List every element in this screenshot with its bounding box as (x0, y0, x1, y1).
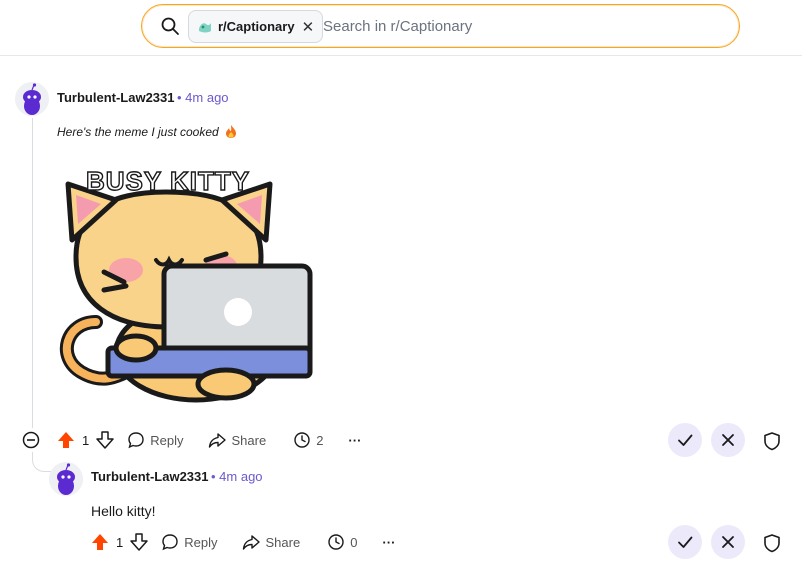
busy-kitty-image: BUSY KITTY (59, 165, 313, 403)
search-input[interactable]: Search in r/Captionary (323, 18, 472, 35)
more-options-icon[interactable]: ··· (348, 433, 361, 448)
checkmark-icon (678, 434, 693, 446)
upvote-icon[interactable] (56, 430, 76, 450)
clear-chip-icon[interactable]: ✕ (302, 18, 315, 36)
downvote-icon[interactable] (95, 430, 115, 450)
close-icon (722, 536, 734, 548)
comment-bubble-icon (162, 534, 178, 551)
comment-action-bar: 1 Reply Share 2 ··· (56, 425, 361, 455)
share-icon (209, 433, 227, 448)
upvote-icon[interactable] (90, 532, 110, 552)
comment-body: Here's the meme I just cooked (57, 125, 237, 139)
reply-body: Hello kitty! (91, 503, 156, 519)
vote-count: 1 (82, 432, 90, 448)
award-button[interactable]: 0 (327, 533, 357, 551)
mod-shield-icon[interactable] (762, 431, 782, 451)
reply-button[interactable]: Reply (127, 431, 183, 449)
reply-label: Reply (184, 534, 218, 550)
approve-button[interactable] (668, 525, 702, 559)
share-button[interactable]: Share (208, 431, 266, 449)
remove-button[interactable] (711, 423, 745, 457)
comment-username[interactable]: Turbulent-Law2331 (57, 90, 175, 105)
reply-avatar[interactable] (49, 462, 83, 496)
share-icon (243, 535, 261, 550)
collapse-thread-icon[interactable] (22, 431, 40, 449)
subreddit-icon (199, 22, 211, 32)
subreddit-chip-label: r/Captionary (218, 19, 295, 34)
award-icon (294, 432, 310, 448)
award-button[interactable]: 2 (293, 431, 323, 449)
mod-shield-icon[interactable] (762, 533, 782, 553)
reply-timestamp[interactable]: • 4m ago (211, 469, 263, 484)
more-options-icon[interactable]: ··· (382, 535, 395, 550)
checkmark-icon (678, 536, 693, 548)
search-bar[interactable]: r/Captionary ✕ Search in r/Captionary (141, 4, 740, 48)
vote-count: 1 (116, 534, 124, 550)
reply-button[interactable]: Reply (161, 533, 217, 551)
snoo-avatar-icon (15, 82, 49, 116)
comment-timestamp[interactable]: • 4m ago (177, 90, 229, 105)
share-label: Share (265, 534, 301, 550)
meme-image[interactable]: BUSY KITTY (56, 162, 318, 406)
share-label: Share (231, 432, 267, 448)
subreddit-chip[interactable]: r/Captionary ✕ (188, 10, 324, 43)
comment-text: Here's the meme I just cooked (57, 125, 219, 139)
reply-label: Reply (150, 432, 184, 448)
top-bar: r/Captionary ✕ Search in r/Captionary (0, 0, 802, 56)
thread-line (32, 118, 33, 428)
comment-bubble-icon (128, 432, 144, 449)
award-count: 2 (316, 432, 324, 448)
snoo-avatar-icon (49, 462, 83, 496)
reply-action-bar: 1 Reply Share 0 ··· (90, 527, 395, 557)
meme-caption: BUSY KITTY (86, 166, 250, 196)
avatar[interactable] (15, 82, 49, 116)
award-count: 0 (350, 534, 358, 550)
reply-username[interactable]: Turbulent-Law2331 (91, 469, 209, 484)
search-icon (161, 17, 179, 35)
fire-emoji-icon (226, 125, 237, 138)
remove-button[interactable] (711, 525, 745, 559)
close-icon (722, 434, 734, 446)
share-button[interactable]: Share (242, 533, 300, 551)
award-icon (328, 534, 344, 550)
approve-button[interactable] (668, 423, 702, 457)
downvote-icon[interactable] (129, 532, 149, 552)
